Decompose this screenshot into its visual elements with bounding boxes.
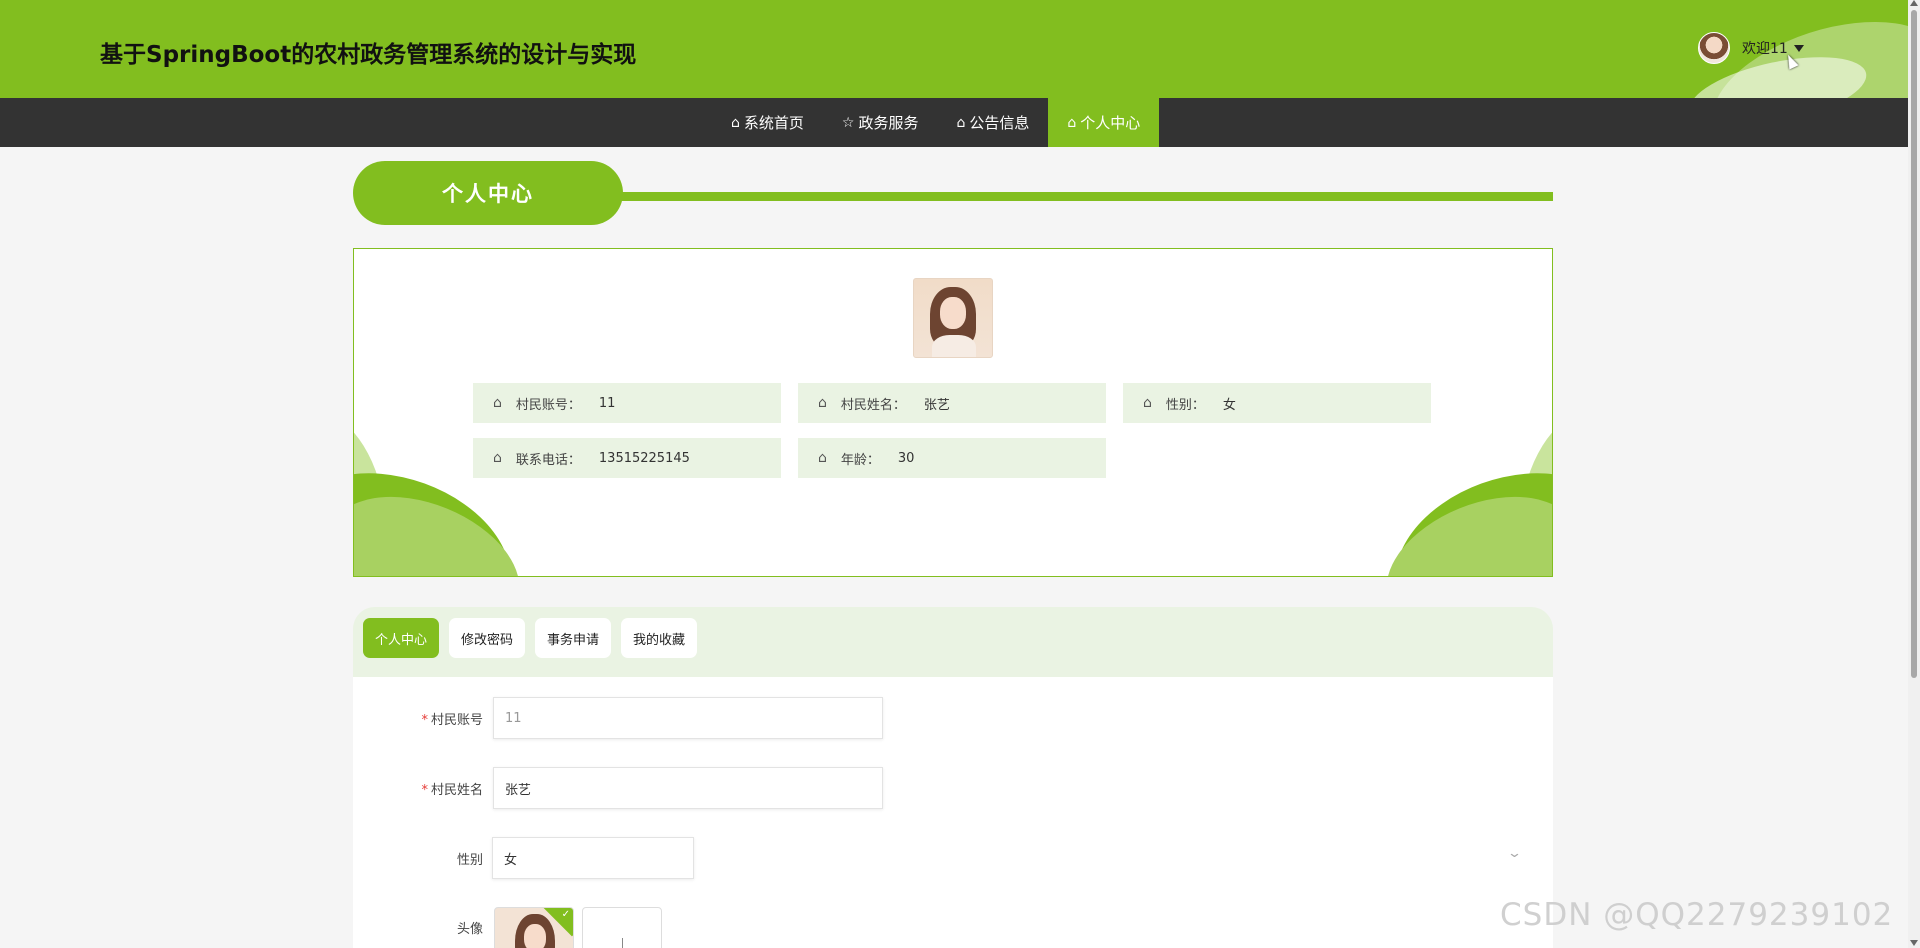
tab-change-password[interactable]: 修改密码: [449, 618, 525, 658]
site-title: 基于SpringBoot的农村政务管理系统的设计与实现: [100, 42, 637, 68]
tab-my-favorites[interactable]: 我的收藏: [621, 618, 697, 658]
avatar[interactable]: [1698, 32, 1730, 64]
nav-item-home[interactable]: ⌂ 系统首页: [712, 98, 823, 147]
home-icon: ⌂: [818, 450, 827, 466]
bag-icon: ⌂: [956, 114, 966, 131]
main-nav: ⌂ 系统首页 ☆ 政务服务 ⌂ 公告信息 ⌂ 个人中心: [0, 98, 1908, 147]
avatar-label: 头像: [456, 922, 483, 937]
home-icon: ⌂: [731, 114, 740, 131]
title-divider: [620, 192, 1553, 201]
profile-avatar: [913, 278, 993, 358]
scrollbar-thumb[interactable]: [1911, 10, 1917, 678]
watermark: CSDN @QQ2279239102: [1500, 897, 1894, 933]
name-field[interactable]: 张艺: [493, 767, 883, 809]
home-icon: ⌂: [493, 395, 502, 411]
info-name: ⌂ 村民姓名： 张艺: [798, 383, 1106, 423]
tab-bar: 个人中心 修改密码 事务申请 我的收藏: [353, 607, 1553, 677]
home-icon: ⌂: [493, 450, 502, 466]
plus-icon: [622, 938, 623, 948]
info-age: ⌂ 年龄： 30: [798, 438, 1106, 478]
avatar-upload-preview[interactable]: ✓: [494, 907, 574, 948]
page-scrollbar[interactable]: [1908, 0, 1920, 948]
scroll-up-icon[interactable]: [1910, 0, 1918, 6]
home-icon: ⌂: [818, 395, 827, 411]
gender-select[interactable]: 女: [492, 837, 694, 879]
nav-item-label: 政务服务: [858, 114, 919, 132]
page-title: 个人中心: [353, 161, 623, 225]
header: 基于SpringBoot的农村政务管理系统的设计与实现 欢迎11: [0, 0, 1908, 98]
name-label: * 村民姓名: [421, 783, 483, 798]
nav-item-services[interactable]: ☆ 政务服务: [823, 98, 938, 147]
info-phone: ⌂ 联系电话： 13515225145: [473, 438, 781, 478]
profile-card: ⌂ 村民账号： 11 ⌂ 村民姓名： 张艺 ⌂ 性别： 女 ⌂ 联系电话： 13…: [353, 248, 1553, 577]
profile-form: * 村民账号 11 * 村民姓名 张艺 性别 女 ⌄ 头像 ✓: [353, 677, 1553, 948]
nav-item-label: 个人中心: [1080, 114, 1141, 132]
caret-down-icon[interactable]: [1793, 44, 1804, 52]
account-field[interactable]: 11: [493, 697, 883, 739]
user-greeting[interactable]: 欢迎11: [1742, 38, 1788, 58]
nav-item-personal-center[interactable]: ⌂ 个人中心: [1048, 98, 1160, 147]
gender-label: 性别: [456, 853, 483, 868]
nav-item-label: 系统首页: [743, 114, 804, 132]
nav-item-notices[interactable]: ⌂ 公告信息: [937, 98, 1048, 147]
info-gender: ⌂ 性别： 女: [1123, 383, 1431, 423]
home-icon: ⌂: [1067, 114, 1077, 131]
tab-personal-center[interactable]: 个人中心: [363, 618, 439, 658]
account-label: * 村民账号: [421, 713, 483, 728]
check-icon: ✓: [561, 909, 570, 920]
star-icon: ☆: [841, 114, 855, 131]
info-account: ⌂ 村民账号： 11: [473, 383, 781, 423]
avatar-upload-button[interactable]: [582, 907, 662, 948]
tab-affairs-application[interactable]: 事务申请: [535, 618, 611, 658]
nav-item-label: 公告信息: [969, 114, 1030, 132]
chevron-down-icon[interactable]: ⌄: [1507, 846, 1522, 861]
scroll-down-icon[interactable]: [1910, 940, 1918, 946]
home-icon: ⌂: [1143, 395, 1152, 411]
